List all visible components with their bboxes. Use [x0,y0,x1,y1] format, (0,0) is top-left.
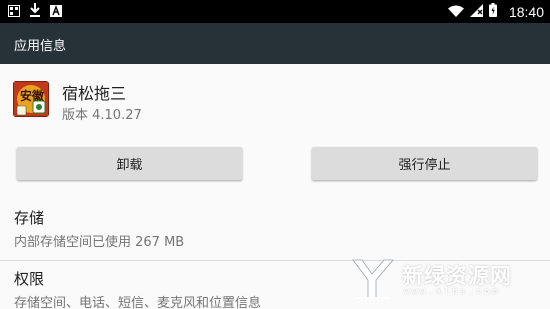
uninstall-button[interactable]: 卸载 [17,147,242,180]
status-time: 18:40 [508,3,544,20]
storage-summary: 内部存储空间已使用 267 MB [14,235,185,250]
app-notification-icon [50,2,62,21]
permissions-summary: 存储空间、电话、短信、麦克风和位置信息 [14,296,262,309]
battery-icon [488,2,497,21]
watermark-text: 新绿资源网 [402,264,512,288]
app-version: 版本 4.10.27 [62,108,142,123]
page-title: 应用信息 [14,39,67,54]
app-bar: 应用信息 [0,23,550,64]
app-name: 宿松拖三 [62,84,127,103]
app-icon: 安徽 [13,81,49,117]
watermark-url: www.xlhs.com [404,287,501,297]
status-notifications [8,2,62,21]
status-system: 18:40 [447,0,544,23]
status-bar: 18:40 [0,0,550,23]
download-icon [29,2,41,21]
no-signal-icon [469,2,483,21]
watermark: 新绿资源网 www.xlhs.com [350,256,530,304]
permissions-title: 权限 [14,270,45,288]
gallery-icon [8,2,20,21]
wifi-icon [447,2,464,21]
storage-title: 存储 [14,209,45,227]
storage-setting[interactable]: 存储 内部存储空间已使用 267 MB [0,201,550,259]
app-header: 安徽 宿松拖三 版本 4.10.27 [0,64,550,132]
watermark-logo [352,259,394,299]
force-stop-button[interactable]: 强行停止 [312,147,537,180]
